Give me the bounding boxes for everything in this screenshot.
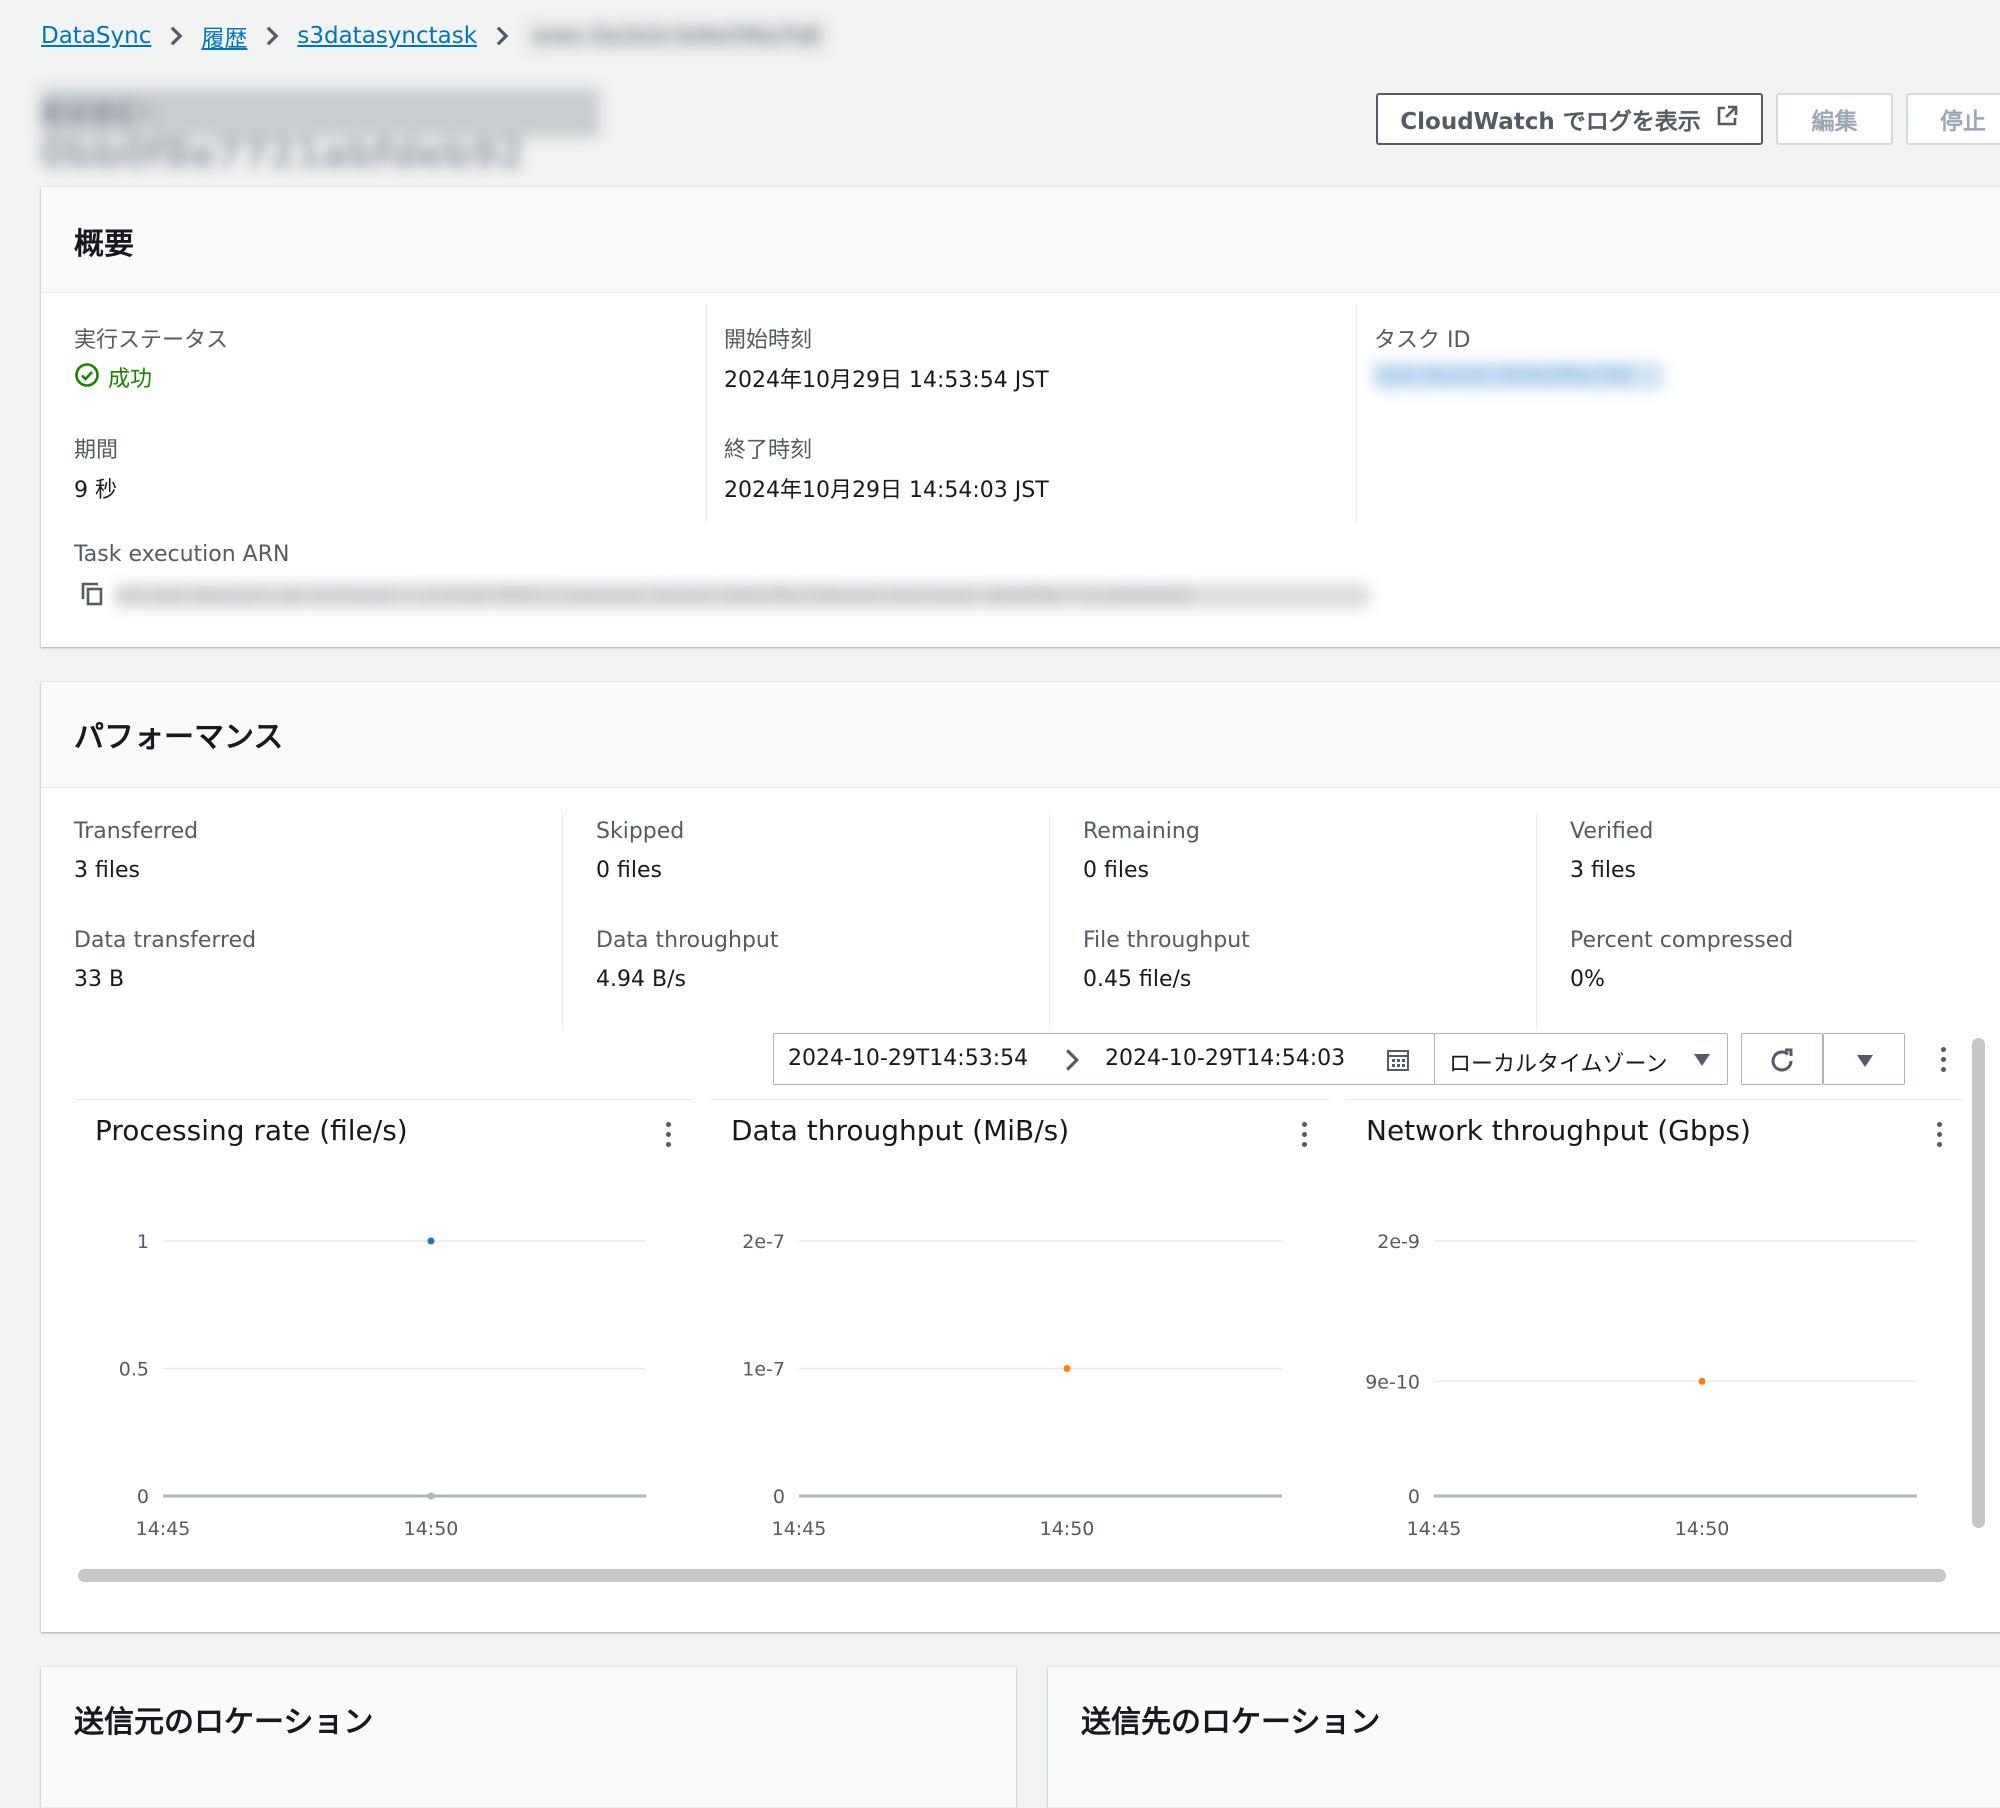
y-tick-label: 0.5	[119, 1359, 149, 1381]
data-point	[427, 1237, 435, 1245]
vertical-scrollbar[interactable]	[1972, 1038, 1985, 1528]
x-tick-label: 14:45	[772, 1518, 827, 1540]
y-tick-label: 0	[1408, 1486, 1420, 1508]
y-tick-label: 2e-9	[1377, 1231, 1420, 1253]
y-tick-label: 1e-7	[742, 1359, 785, 1381]
destination-location-header: 送信先のロケーション	[1048, 1667, 2000, 1808]
x-tick-label: 14:50	[1040, 1518, 1095, 1540]
x-tick-label: 14:45	[1407, 1518, 1462, 1540]
destination-location-title: 送信先のロケーション	[1081, 1705, 1381, 1740]
y-tick-label: 0	[137, 1486, 149, 1508]
data-point	[1698, 1377, 1706, 1385]
y-tick-label: 9e-10	[1365, 1371, 1420, 1393]
y-tick-label: 2e-7	[742, 1231, 785, 1253]
source-location-title: 送信元のロケーション	[74, 1705, 374, 1740]
x-tick-label: 14:50	[1675, 1518, 1730, 1540]
source-location-header: 送信元のロケーション	[41, 1667, 1016, 1808]
y-tick-label: 1	[137, 1231, 149, 1253]
source-location-panel: 送信元のロケーション	[41, 1667, 1016, 1808]
x-tick-label: 14:45	[136, 1518, 191, 1540]
x-tick-label: 14:50	[404, 1518, 459, 1540]
destination-location-panel: 送信先のロケーション	[1048, 1667, 2000, 1808]
data-point	[1063, 1365, 1071, 1372]
charts-canvas: 0 0.5 1 14:45 14:50 0 1e-7 2e-7 14:45 14:50 0 9e-10…	[119, 1231, 1917, 1540]
horizontal-scrollbar[interactable]	[78, 1569, 1946, 1582]
data-point	[427, 1492, 435, 1500]
y-tick-label: 0	[773, 1486, 785, 1508]
